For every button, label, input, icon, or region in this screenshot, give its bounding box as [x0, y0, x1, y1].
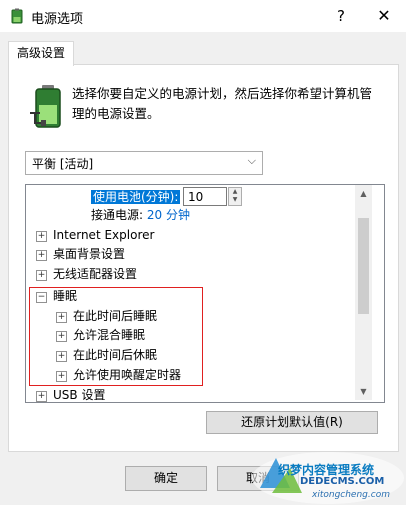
tree-item-usb-settings[interactable]: + USB 设置	[36, 386, 106, 402]
close-button[interactable]: ✕	[364, 0, 404, 32]
tree-item-label: Internet Explorer	[53, 228, 155, 242]
scroll-down-icon[interactable]: ▼	[355, 383, 372, 400]
plugged-in-row[interactable]: 接通电源: 20 分钟	[91, 206, 190, 225]
scrollbar-thumb[interactable]	[358, 218, 369, 314]
watermark-url: DEDECMS.COM	[300, 476, 385, 487]
plan-description: 选择你要自定义的电源计划，然后选择你希望计算机管理的电源设置。	[72, 86, 373, 121]
tree-item-wireless-adapter[interactable]: + 无线适配器设置	[36, 265, 137, 284]
battery-minutes-spinner[interactable]: ▲ ▼	[228, 187, 242, 206]
battery-icon	[30, 85, 61, 128]
spin-down-icon[interactable]: ▼	[229, 196, 241, 204]
expand-plus-icon[interactable]: +	[36, 231, 47, 242]
watermark-site: xitongcheng.com	[312, 490, 390, 500]
spin-up-icon[interactable]: ▲	[229, 188, 241, 196]
power-plan-value: 平衡 [活动]	[32, 157, 94, 171]
battery-label: 使用电池(分钟):	[91, 190, 181, 204]
power-plan-select[interactable]: 平衡 [活动] ⌵	[25, 151, 263, 175]
battery-minutes-input[interactable]: 10	[183, 187, 227, 206]
plugged-in-value[interactable]: 20 分钟	[147, 208, 190, 222]
restore-defaults-button[interactable]: 还原计划默认值(R)	[206, 411, 378, 434]
expand-plus-icon[interactable]: +	[36, 270, 47, 281]
help-button[interactable]: ?	[326, 0, 356, 32]
tree-item-label: 桌面背景设置	[53, 247, 126, 261]
ok-button[interactable]: 确定	[125, 466, 207, 491]
tree-item-internet-explorer[interactable]: + Internet Explorer	[36, 226, 154, 245]
tree-item-label: USB 设置	[53, 388, 106, 402]
chevron-down-icon: ⌵	[247, 154, 256, 167]
scroll-up-icon[interactable]: ▲	[355, 185, 372, 202]
window-title: 电源选项	[31, 12, 84, 27]
battery-setting-row: 使用电池(分钟):	[91, 188, 181, 205]
power-options-icon	[11, 8, 23, 24]
tree-item-label: 无线适配器设置	[53, 267, 138, 281]
tree-item-desktop-background[interactable]: + 桌面背景设置	[36, 245, 125, 264]
sleep-highlight-box	[29, 287, 203, 386]
tab-advanced-settings[interactable]: 高级设置	[8, 41, 74, 66]
expand-plus-icon[interactable]: +	[36, 250, 47, 261]
plugged-in-label: 接通电源:	[91, 208, 144, 222]
expand-plus-icon[interactable]: +	[36, 391, 47, 402]
